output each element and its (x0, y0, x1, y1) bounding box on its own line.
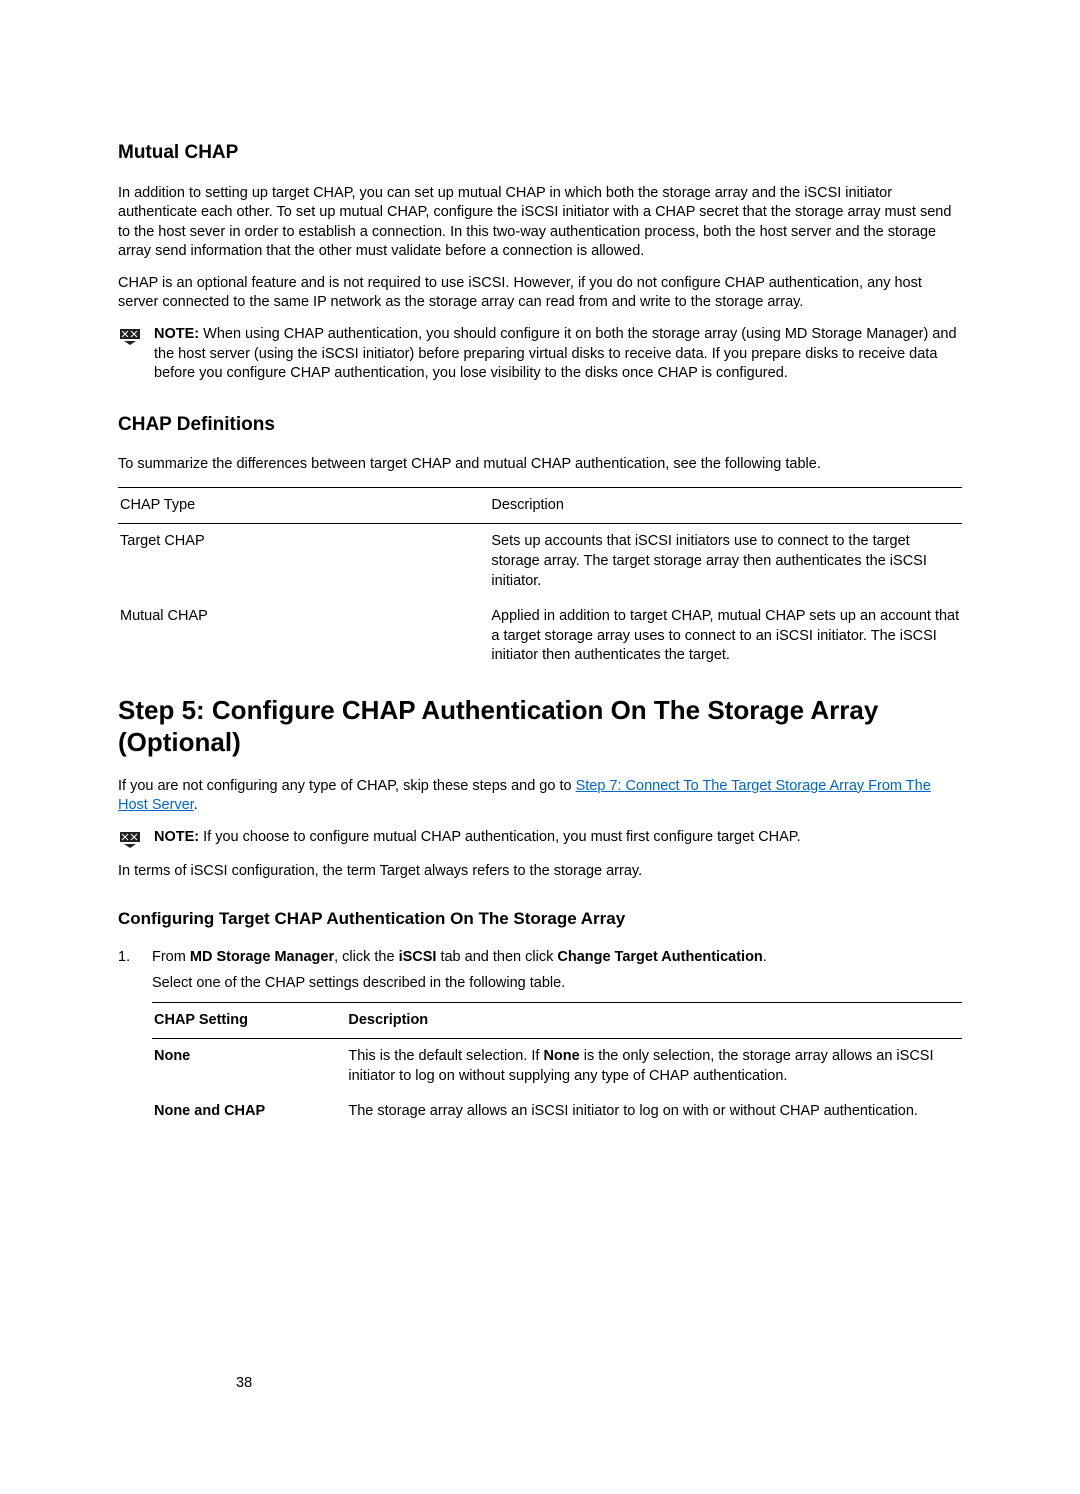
note-mutual: NOTE: When using CHAP authentication, yo… (118, 325, 962, 384)
table-row: None and CHAP The storage array allows a… (152, 1094, 962, 1130)
heading-configure-target: Configuring Target CHAP Authentication O… (118, 908, 962, 931)
setting-name-nonechap: None and CHAP (152, 1094, 346, 1130)
r1a: The storage array allows an iSCSI initia… (348, 1103, 918, 1119)
table-row: Mutual CHAP Applied in addition to targe… (118, 599, 962, 674)
mutual-p1: In addition to setting up target CHAP, y… (118, 184, 962, 262)
table-row: None This is the default selection. If N… (152, 1039, 962, 1095)
defs-intro: To summarize the differences between tar… (118, 455, 962, 475)
defs-row1-type: Target CHAP (118, 524, 489, 599)
s1f: Change Target Authentication (557, 949, 762, 965)
s1b: MD Storage Manager (190, 949, 334, 965)
step5-p1-b: . (194, 797, 198, 813)
note-icon (118, 327, 142, 345)
step5-p1: If you are not configuring any type of C… (118, 777, 962, 816)
chap-definitions-table: CHAP Type Description Target CHAP Sets u… (118, 487, 962, 674)
s1c: , click the (334, 949, 398, 965)
s1d: iSCSI (399, 949, 437, 965)
r0a: This is the default selection. If (348, 1048, 543, 1064)
s1e: tab and then click (436, 949, 557, 965)
defs-row2-type: Mutual CHAP (118, 599, 489, 674)
setting-desc-none: This is the default selection. If None i… (346, 1039, 962, 1095)
step1-line1: From MD Storage Manager, click the iSCSI… (152, 948, 962, 968)
defs-row1-desc: Sets up accounts that iSCSI initiators u… (489, 524, 962, 599)
note-label: NOTE: (154, 326, 203, 342)
defs-row2-desc: Applied in addition to target CHAP, mutu… (489, 599, 962, 674)
setting-desc-nonechap: The storage array allows an iSCSI initia… (346, 1094, 962, 1130)
page-number: 38 (236, 1374, 252, 1394)
steps-list: 1. From MD Storage Manager, click the iS… (118, 948, 962, 1129)
step5-p1-a: If you are not configuring any type of C… (118, 778, 576, 794)
r0b: None (543, 1048, 579, 1064)
defs-col1: CHAP Type (118, 487, 489, 524)
step1-sub: Select one of the CHAP settings describe… (152, 974, 962, 994)
step-number: 1. (118, 948, 134, 1129)
settings-col1: CHAP Setting (152, 1002, 346, 1039)
mutual-p2: CHAP is an optional feature and is not r… (118, 274, 962, 313)
step-content: From MD Storage Manager, click the iSCSI… (152, 948, 962, 1129)
settings-col2: Description (346, 1002, 962, 1039)
step5-p2: In terms of iSCSI configuration, the ter… (118, 862, 962, 882)
note-text: When using CHAP authentication, you shou… (154, 326, 957, 381)
note-icon (118, 830, 142, 848)
note-body-wrap: NOTE: When using CHAP authentication, yo… (154, 325, 962, 384)
heading-chap-definitions: CHAP Definitions (118, 412, 962, 438)
chap-settings-table: CHAP Setting Description None This is th… (152, 1002, 962, 1130)
s1g: . (763, 949, 767, 965)
setting-name-none: None (152, 1039, 346, 1095)
note-text: If you choose to configure mutual CHAP a… (203, 829, 801, 845)
note-label: NOTE: (154, 829, 203, 845)
note-body-wrap: NOTE: If you choose to configure mutual … (154, 828, 801, 848)
s1a: From (152, 949, 190, 965)
note-step5: NOTE: If you choose to configure mutual … (118, 828, 962, 848)
step5-title: Step 5: Configure CHAP Authentication On… (118, 694, 962, 759)
table-row: Target CHAP Sets up accounts that iSCSI … (118, 524, 962, 599)
step-1: 1. From MD Storage Manager, click the iS… (118, 948, 962, 1129)
defs-col2: Description (489, 487, 962, 524)
heading-mutual-chap: Mutual CHAP (118, 140, 962, 166)
